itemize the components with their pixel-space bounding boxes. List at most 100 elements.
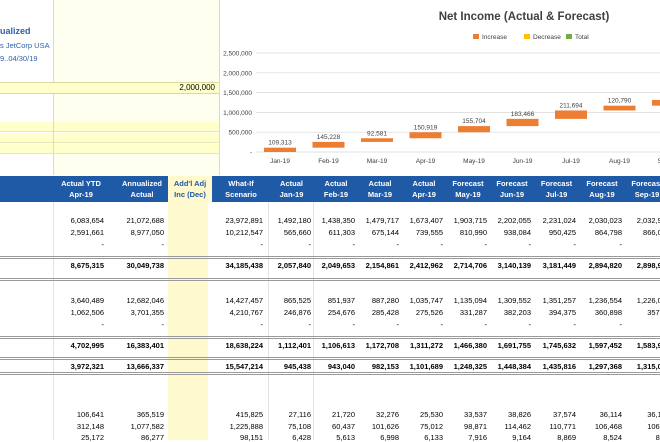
table-cell[interactable]: 331,287 bbox=[460, 308, 487, 317]
table-cell[interactable]: 565,660 bbox=[284, 228, 311, 237]
table-cell[interactable]: 275,526 bbox=[416, 308, 443, 317]
table-cell[interactable]: 98,871 bbox=[464, 422, 487, 431]
table-cell[interactable]: 32,276 bbox=[376, 410, 399, 419]
table-cell[interactable]: 1,077,582 bbox=[131, 422, 164, 431]
table-cell[interactable]: 1,691,755 bbox=[498, 341, 531, 350]
table-cell[interactable]: 1,492,180 bbox=[278, 216, 311, 225]
table-cell[interactable]: 254,676 bbox=[328, 308, 355, 317]
net-income-chart[interactable]: Net Income (Actual & Forecast) Increase D… bbox=[219, 0, 660, 175]
table-cell[interactable]: 851,937 bbox=[328, 296, 355, 305]
table-cell[interactable]: - bbox=[397, 240, 400, 249]
table-cell[interactable]: 1,597,452 bbox=[589, 341, 622, 350]
table-cell[interactable]: - bbox=[162, 240, 165, 249]
table-cell[interactable]: 8,5 bbox=[656, 433, 660, 442]
table-cell[interactable]: 1,225,888 bbox=[230, 422, 263, 431]
column-header[interactable]: Actual YTD Apr-19 bbox=[54, 176, 108, 202]
table-cell[interactable]: 4,210,767 bbox=[230, 308, 263, 317]
table-cell[interactable]: - bbox=[620, 240, 623, 249]
table-cell[interactable]: 1,479,717 bbox=[366, 216, 399, 225]
table-cell[interactable]: 106,468 bbox=[595, 422, 622, 431]
table-cell[interactable]: 3,701,355 bbox=[131, 308, 164, 317]
adjustment-column[interactable] bbox=[168, 202, 208, 440]
table-cell[interactable]: - bbox=[353, 320, 356, 329]
table-cell[interactable]: 14,427,457 bbox=[225, 296, 263, 305]
table-cell[interactable]: 38,826 bbox=[508, 410, 531, 419]
table-cell[interactable]: 6,998 bbox=[380, 433, 399, 442]
table-cell[interactable]: 25,172 bbox=[81, 433, 104, 442]
table-cell[interactable]: 950,425 bbox=[549, 228, 576, 237]
table-cell[interactable]: - bbox=[353, 240, 356, 249]
table-cell[interactable]: 33,537 bbox=[464, 410, 487, 419]
table-cell[interactable]: - bbox=[441, 320, 444, 329]
table-cell[interactable]: 25,530 bbox=[420, 410, 443, 419]
table-cell[interactable]: - bbox=[309, 320, 312, 329]
table-cell[interactable]: 2,412,962 bbox=[410, 261, 443, 270]
table-cell[interactable]: 86,277 bbox=[141, 433, 164, 442]
table-cell[interactable]: 6,133 bbox=[424, 433, 443, 442]
table-cell[interactable]: 2,714,706 bbox=[454, 261, 487, 270]
table-cell[interactable]: 27,116 bbox=[289, 410, 311, 419]
table-cell[interactable]: 2,032,94 bbox=[637, 216, 660, 225]
table-cell[interactable]: 101,626 bbox=[372, 422, 399, 431]
table-cell[interactable]: 4,702,995 bbox=[71, 341, 104, 350]
table-cell[interactable]: 3,140,139 bbox=[498, 261, 531, 270]
table-cell[interactable]: 739,555 bbox=[416, 228, 443, 237]
table-cell[interactable]: 8,869 bbox=[557, 433, 576, 442]
table-cell[interactable]: 16,383,401 bbox=[126, 341, 164, 350]
table-cell[interactable]: 394,375 bbox=[549, 308, 576, 317]
input-cell[interactable] bbox=[54, 122, 220, 132]
table-cell[interactable]: 866,04 bbox=[643, 228, 660, 237]
table-cell[interactable]: 1,315,07 bbox=[637, 362, 660, 371]
table-cell[interactable]: 21,072,688 bbox=[126, 216, 164, 225]
table-cell[interactable]: 8,977,050 bbox=[131, 228, 164, 237]
table-cell[interactable]: - bbox=[309, 240, 312, 249]
table-cell[interactable]: - bbox=[261, 320, 264, 329]
table-cell[interactable]: 2,057,840 bbox=[278, 261, 311, 270]
table-cell[interactable]: 1,673,407 bbox=[410, 216, 443, 225]
table-cell[interactable]: 12,682,046 bbox=[126, 296, 164, 305]
table-cell[interactable]: 1,106,613 bbox=[322, 341, 355, 350]
column-header[interactable]: Forecast Sep-19 bbox=[624, 176, 660, 202]
table-cell[interactable]: 6,083,654 bbox=[71, 216, 104, 225]
table-cell[interactable]: 865,525 bbox=[284, 296, 311, 305]
input-cell[interactable] bbox=[54, 133, 220, 143]
table-cell[interactable]: 357,8 bbox=[647, 308, 660, 317]
table-cell[interactable]: 1,583,91 bbox=[637, 341, 660, 350]
input-cell[interactable] bbox=[0, 133, 53, 143]
table-cell[interactable]: 1,062,506 bbox=[71, 308, 104, 317]
table-cell[interactable]: 1,435,816 bbox=[543, 362, 576, 371]
table-cell[interactable]: 285,428 bbox=[372, 308, 399, 317]
table-cell[interactable]: - bbox=[529, 320, 532, 329]
table-cell[interactable]: 1,309,552 bbox=[498, 296, 531, 305]
column-header[interactable]: Add'l Adj Inc (Dec) bbox=[168, 176, 212, 202]
table-cell[interactable]: 2,049,653 bbox=[322, 261, 355, 270]
table-cell[interactable]: 2,030,023 bbox=[589, 216, 622, 225]
table-cell[interactable]: 9,164 bbox=[512, 433, 531, 442]
table-cell[interactable]: 2,231,024 bbox=[543, 216, 576, 225]
table-cell[interactable]: 18,638,224 bbox=[225, 341, 263, 350]
column-header[interactable]: Actual Feb-19 bbox=[313, 176, 359, 202]
table-cell[interactable]: - bbox=[162, 320, 165, 329]
table-cell[interactable]: 1,135,094 bbox=[454, 296, 487, 305]
table-cell[interactable]: 23,972,891 bbox=[225, 216, 263, 225]
table-cell[interactable]: 675,144 bbox=[372, 228, 399, 237]
table-cell[interactable]: 114,462 bbox=[504, 422, 531, 431]
table-cell[interactable]: 2,591,661 bbox=[71, 228, 104, 237]
column-header[interactable]: Forecast May-19 bbox=[445, 176, 491, 202]
column-header[interactable]: Actual Mar-19 bbox=[357, 176, 403, 202]
table-cell[interactable]: 6,428 bbox=[292, 433, 311, 442]
table-cell[interactable]: - bbox=[261, 240, 264, 249]
table-cell[interactable]: 3,640,489 bbox=[71, 296, 104, 305]
table-cell[interactable]: - bbox=[529, 240, 532, 249]
table-cell[interactable]: 810,990 bbox=[460, 228, 487, 237]
table-cell[interactable]: 982,153 bbox=[372, 362, 399, 371]
table-cell[interactable]: - bbox=[485, 320, 488, 329]
table-cell[interactable]: 382,203 bbox=[504, 308, 531, 317]
table-cell[interactable]: - bbox=[397, 320, 400, 329]
table-cell[interactable]: 1,311,272 bbox=[410, 341, 443, 350]
table-cell[interactable]: 34,185,438 bbox=[225, 261, 263, 270]
column-header[interactable]: What-If Scenario bbox=[215, 176, 267, 202]
table-cell[interactable]: - bbox=[485, 240, 488, 249]
column-header[interactable]: Forecast Aug-19 bbox=[578, 176, 626, 202]
table-cell[interactable]: 1,172,708 bbox=[366, 341, 399, 350]
